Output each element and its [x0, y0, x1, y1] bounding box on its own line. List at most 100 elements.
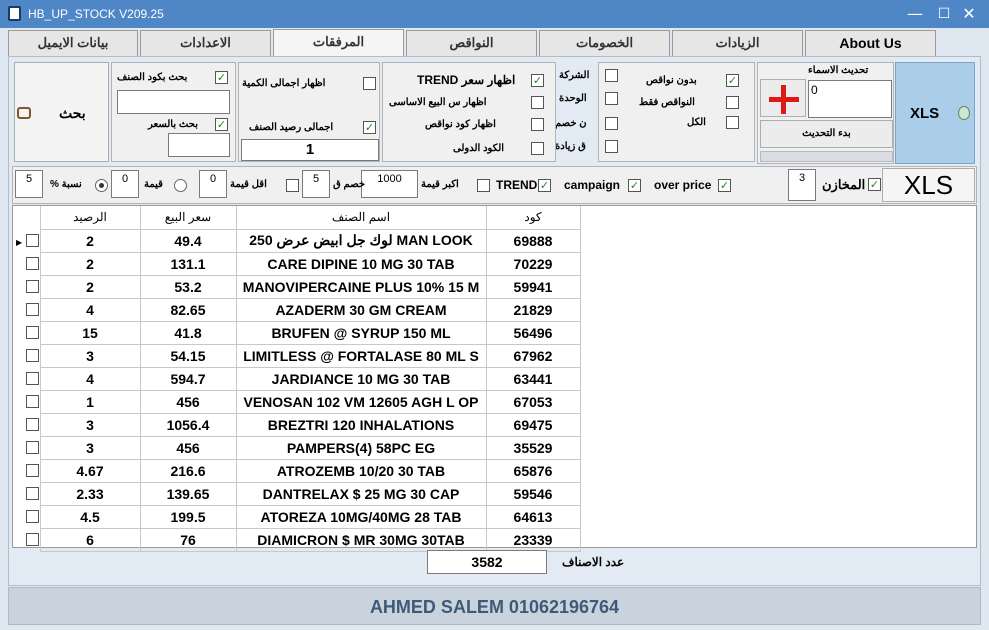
cell-code[interactable]: 35529: [485, 435, 581, 460]
cell-price[interactable]: 456: [139, 389, 237, 414]
cell-code[interactable]: 67962: [485, 343, 581, 368]
row-select-checkbox[interactable]: [25, 395, 39, 408]
tab-increases[interactable]: الزيادات: [672, 30, 803, 56]
show-trend-checkbox[interactable]: ✓: [531, 74, 544, 87]
discount-value-input[interactable]: 5: [302, 170, 330, 198]
cell-balance[interactable]: 1: [39, 389, 141, 414]
cell-name[interactable]: BRUFEN @ SYRUP 150 ML: [235, 320, 487, 345]
percent-input[interactable]: 5: [15, 170, 43, 198]
row-select-checkbox[interactable]: [25, 326, 39, 339]
cell-price[interactable]: 41.8: [139, 320, 237, 345]
cell-balance[interactable]: 2: [39, 251, 141, 276]
header-name[interactable]: اسم الصنف: [236, 206, 487, 229]
total-balance-checkbox[interactable]: ✓: [363, 121, 376, 134]
cell-name[interactable]: VENOSAN 102 VM 12605 AGH L OP: [235, 389, 487, 414]
row-select-checkbox[interactable]: [25, 280, 39, 293]
search-code-input[interactable]: [117, 90, 230, 114]
xls-export-button[interactable]: XLS: [895, 62, 975, 164]
cell-code[interactable]: 21829: [485, 297, 581, 322]
search-price-input[interactable]: [168, 133, 230, 157]
cell-balance[interactable]: 2.33: [39, 481, 141, 506]
header-price[interactable]: سعر البيع: [140, 206, 237, 229]
cell-name[interactable]: AZADERM 30 GM CREAM: [235, 297, 487, 322]
cell-code[interactable]: 69888: [485, 228, 581, 253]
cell-price[interactable]: 53.2: [139, 274, 237, 299]
table-row[interactable]: 3 54.15 LIMITLESS @ FORTALASE 80 ML S 67962: [25, 343, 581, 368]
cell-balance[interactable]: 4: [39, 366, 141, 391]
cell-name[interactable]: CARE DIPINE 10 MG 30 TAB: [235, 251, 487, 276]
cell-code[interactable]: 59941: [485, 274, 581, 299]
cell-code[interactable]: 69475: [485, 412, 581, 437]
total-balance-input[interactable]: 1: [241, 139, 379, 161]
show-base-price-checkbox[interactable]: [531, 96, 544, 109]
row-select-checkbox[interactable]: [25, 234, 39, 247]
table-row[interactable]: 4.67 216.6 ATROZEMB 10/20 30 TAB 65876: [25, 458, 581, 483]
row-select-checkbox[interactable]: [25, 510, 39, 523]
cell-price[interactable]: 49.4: [139, 228, 237, 253]
start-update-button[interactable]: بدء التحديث: [760, 120, 893, 148]
minimize-button[interactable]: —: [900, 2, 930, 26]
row-select-checkbox[interactable]: [25, 257, 39, 270]
table-row[interactable]: 4 82.65 AZADERM 30 GM CREAM 21829: [25, 297, 581, 322]
unit-checkbox[interactable]: [605, 92, 618, 105]
row-select-checkbox[interactable]: [25, 372, 39, 385]
trend-checkbox[interactable]: ✓: [538, 179, 551, 192]
cell-code[interactable]: 59546: [485, 481, 581, 506]
row-select-checkbox[interactable]: [25, 487, 39, 500]
row-select-checkbox[interactable]: [25, 441, 39, 454]
cell-balance[interactable]: 4.67: [39, 458, 141, 483]
cell-name[interactable]: MANOVIPERCAINE PLUS 10% 15 M: [235, 274, 487, 299]
close-button[interactable]: ✕: [954, 2, 984, 26]
cell-price[interactable]: 456: [139, 435, 237, 460]
cell-name[interactable]: LIMITLESS @ FORTALASE 80 ML S: [235, 343, 487, 368]
no-shortages-checkbox[interactable]: ✓: [726, 74, 739, 87]
header-balance[interactable]: الرصيد: [40, 206, 141, 229]
row-select-checkbox[interactable]: [25, 418, 39, 431]
show-shortage-code-checkbox[interactable]: [531, 118, 544, 131]
cell-code[interactable]: 23339: [485, 527, 581, 552]
search-by-price-checkbox[interactable]: ✓: [215, 118, 228, 131]
row-select-checkbox[interactable]: [25, 349, 39, 362]
value-radio[interactable]: [174, 179, 187, 192]
table-row[interactable]: 2 53.2 MANOVIPERCAINE PLUS 10% 15 M 59941: [25, 274, 581, 299]
cell-balance[interactable]: 3: [39, 412, 141, 437]
cell-balance[interactable]: 4.5: [39, 504, 141, 529]
value-input[interactable]: 0: [111, 170, 139, 198]
campaign-checkbox[interactable]: ✓: [628, 179, 641, 192]
tab-about-us[interactable]: About Us: [805, 30, 936, 56]
greater-value-input[interactable]: 1000: [361, 170, 418, 198]
table-row[interactable]: 15 41.8 BRUFEN @ SYRUP 150 ML 56496: [25, 320, 581, 345]
table-row[interactable]: 2.33 139.65 DANTRELAX $ 25 MG 30 CAP 59546: [25, 481, 581, 506]
search-by-code-checkbox[interactable]: ✓: [215, 71, 228, 84]
add-button[interactable]: [760, 79, 806, 117]
cell-price[interactable]: 54.15: [139, 343, 237, 368]
cell-balance[interactable]: 2: [39, 274, 141, 299]
cell-code[interactable]: 64613: [485, 504, 581, 529]
all-checkbox[interactable]: [726, 116, 739, 129]
row-select-checkbox[interactable]: [25, 303, 39, 316]
increase-checkbox[interactable]: [605, 140, 618, 153]
cell-balance[interactable]: 6: [39, 527, 141, 552]
over-price-checkbox[interactable]: ✓: [718, 179, 731, 192]
cell-balance[interactable]: 4: [39, 297, 141, 322]
cell-code[interactable]: 67053: [485, 389, 581, 414]
cell-code[interactable]: 70229: [485, 251, 581, 276]
cell-name[interactable]: DIAMICRON $ MR 30MG 30TAB: [235, 527, 487, 552]
cell-price[interactable]: 131.1: [139, 251, 237, 276]
table-row[interactable]: 3 456 PAMPERS(4) 58PC EG 35529: [25, 435, 581, 460]
cell-balance[interactable]: 3: [39, 435, 141, 460]
discount-checkbox[interactable]: [605, 117, 618, 130]
less-value-input[interactable]: 0: [199, 170, 227, 198]
tab-attachments[interactable]: المرفقات: [273, 29, 404, 57]
stores-checkbox[interactable]: ✓: [868, 178, 881, 191]
cell-balance[interactable]: 2: [39, 228, 141, 253]
header-code[interactable]: كود: [486, 206, 581, 229]
cell-price[interactable]: 76: [139, 527, 237, 552]
row-select-checkbox[interactable]: [25, 464, 39, 477]
cell-name[interactable]: ATOREZA 10MG/40MG 28 TAB: [235, 504, 487, 529]
cell-price[interactable]: 1056.4: [139, 412, 237, 437]
table-row[interactable]: 1 456 VENOSAN 102 VM 12605 AGH L OP 67053: [25, 389, 581, 414]
cell-price[interactable]: 82.65: [139, 297, 237, 322]
cell-code[interactable]: 63441: [485, 366, 581, 391]
stores-input[interactable]: 3: [788, 169, 816, 201]
